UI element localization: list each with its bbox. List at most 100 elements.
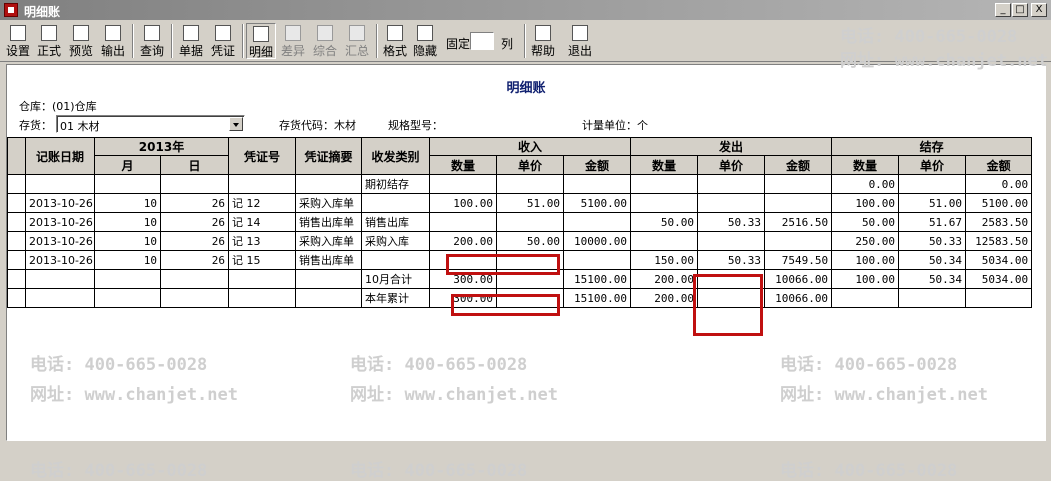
chevron-down-icon[interactable]	[229, 117, 243, 131]
help-button[interactable]: 帮助	[528, 23, 558, 59]
table-cell[interactable]: 50.00	[630, 212, 699, 232]
table-cell[interactable]	[160, 288, 229, 308]
table-cell[interactable]: 采购入库单	[295, 193, 362, 213]
table-cell[interactable]	[898, 288, 967, 308]
table-cell[interactable]: 5100.00	[965, 193, 1033, 213]
table-cell[interactable]	[25, 174, 95, 194]
table-cell[interactable]	[697, 174, 766, 194]
table-cell[interactable]: 100.00	[429, 193, 497, 213]
table-cell[interactable]	[295, 174, 362, 194]
table-cell[interactable]: 100.00	[831, 193, 900, 213]
table-cell[interactable]	[697, 288, 766, 308]
table-cell[interactable]	[94, 288, 161, 308]
table-cell[interactable]	[562, 250, 632, 270]
table-cell[interactable]: 51.00	[898, 193, 967, 213]
table-cell[interactable]	[429, 212, 497, 232]
exit-button[interactable]: 退出	[565, 23, 595, 59]
table-row[interactable]: 2013-10-26 10 26 记 12 采购入库单 100.00 51.00 5100.0…	[7, 193, 1033, 213]
row-header-cell[interactable]	[7, 231, 26, 251]
row-header-cell[interactable]	[7, 212, 26, 232]
table-cell[interactable]	[429, 174, 497, 194]
table-row[interactable]: 期初结存 0.00 0.00	[7, 174, 1033, 194]
table-cell[interactable]: 150.00	[630, 250, 699, 270]
summary-button[interactable]: 汇总	[342, 23, 372, 59]
table-cell[interactable]: 51.67	[898, 212, 967, 232]
table-cell[interactable]	[94, 269, 161, 289]
row-header-cell[interactable]	[7, 269, 26, 289]
table-cell[interactable]	[697, 193, 766, 213]
row-header-cell[interactable]	[7, 250, 26, 270]
table-cell[interactable]: 2013-10-26	[25, 193, 95, 213]
table-cell[interactable]	[630, 231, 699, 251]
table-cell[interactable]: 50.00	[496, 231, 564, 251]
table-cell[interactable]: 5100.00	[562, 193, 632, 213]
table-cell[interactable]	[25, 288, 95, 308]
table-cell[interactable]: 50.33	[898, 231, 967, 251]
row-header-cell[interactable]	[7, 193, 26, 213]
row-header-cell[interactable]	[7, 288, 26, 308]
table-cell[interactable]	[429, 250, 497, 270]
query-button[interactable]: 查询	[137, 23, 167, 59]
table-cell[interactable]: 记 13	[228, 231, 296, 251]
table-cell[interactable]: 0.00	[831, 174, 900, 194]
table-cell[interactable]: 记 15	[228, 250, 296, 270]
hide-button[interactable]: 隐藏	[410, 23, 440, 59]
row-header-cell[interactable]	[7, 174, 26, 194]
table-cell[interactable]	[496, 212, 564, 232]
table-cell[interactable]	[764, 193, 833, 213]
table-cell[interactable]: 销售出库单	[295, 250, 362, 270]
table-cell[interactable]	[94, 174, 161, 194]
table-cell[interactable]	[697, 269, 766, 289]
voucher-button[interactable]: 凭证	[208, 23, 238, 59]
table-cell[interactable]: 2516.50	[764, 212, 833, 232]
table-cell[interactable]	[630, 193, 699, 213]
document-button[interactable]: 单据	[176, 23, 206, 59]
table-cell[interactable]	[496, 174, 564, 194]
table-cell[interactable]: 15100.00	[562, 269, 632, 289]
difference-button[interactable]: 差异	[278, 23, 308, 59]
table-cell[interactable]	[764, 174, 833, 194]
table-cell[interactable]	[965, 288, 1033, 308]
table-cell[interactable]: 2583.50	[965, 212, 1033, 232]
minimize-button[interactable]: _	[995, 3, 1011, 17]
table-cell[interactable]	[697, 231, 766, 251]
table-cell[interactable]: 10066.00	[764, 288, 833, 308]
preview-button[interactable]: 预览	[66, 23, 96, 59]
table-cell[interactable]: 5034.00	[965, 250, 1033, 270]
table-cell[interactable]: 7549.50	[764, 250, 833, 270]
table-cell[interactable]: 采购入库单	[295, 231, 362, 251]
table-cell[interactable]: 26	[160, 250, 229, 270]
table-cell[interactable]	[831, 288, 900, 308]
table-cell[interactable]	[361, 250, 430, 270]
table-cell[interactable]: 10000.00	[562, 231, 632, 251]
table-cell[interactable]: 10	[94, 212, 161, 232]
table-cell[interactable]: 26	[160, 193, 229, 213]
table-cell[interactable]	[228, 269, 296, 289]
table-row[interactable]: 2013-10-26 10 26 记 15 销售出库单 150.00 50.33 7549.5…	[7, 250, 1033, 270]
table-cell[interactable]	[295, 288, 362, 308]
table-cell[interactable]	[160, 269, 229, 289]
table-cell[interactable]: 50.33	[697, 212, 766, 232]
table-cell[interactable]: 10月合计	[361, 269, 430, 289]
settings-button[interactable]: 设置	[4, 23, 32, 59]
table-cell[interactable]: 10	[94, 231, 161, 251]
table-cell[interactable]: 100.00	[831, 269, 900, 289]
table-row[interactable]: 10月合计 300.00 15100.00 200.00 10066.00 100.00 5…	[7, 269, 1033, 289]
table-cell[interactable]	[361, 193, 430, 213]
table-cell[interactable]: 期初结存	[361, 174, 430, 194]
table-cell[interactable]	[295, 269, 362, 289]
table-cell[interactable]: 250.00	[831, 231, 900, 251]
table-cell[interactable]: 记 14	[228, 212, 296, 232]
table-cell[interactable]: 12583.50	[965, 231, 1033, 251]
table-row[interactable]: 本年累计 300.00 15100.00 200.00 10066.00	[7, 288, 1033, 308]
table-cell[interactable]: 50.34	[898, 250, 967, 270]
table-cell[interactable]: 15100.00	[562, 288, 632, 308]
table-cell[interactable]	[496, 288, 564, 308]
table-cell[interactable]	[764, 231, 833, 251]
table-cell[interactable]: 0.00	[965, 174, 1033, 194]
composite-button[interactable]: 综合	[310, 23, 340, 59]
table-cell[interactable]	[562, 174, 632, 194]
table-cell[interactable]: 200.00	[630, 269, 699, 289]
inventory-select[interactable]: 01 木材	[56, 115, 245, 133]
table-cell[interactable]: 50.00	[831, 212, 900, 232]
